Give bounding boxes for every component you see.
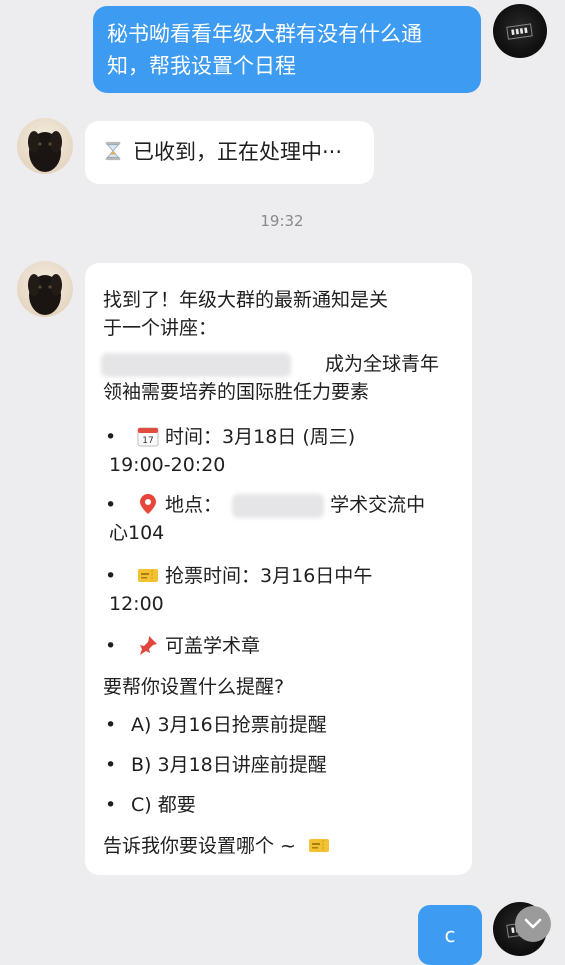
svg-text:17: 17 bbox=[142, 436, 153, 446]
lecture-topic-line1: 成为全球青年 bbox=[101, 349, 439, 379]
closing-line: 告诉我你要设置哪个 ~ bbox=[103, 831, 336, 861]
bullet: • bbox=[105, 565, 117, 587]
bot-ack-bubble[interactable]: 已收到，正在处理中··· bbox=[85, 121, 374, 184]
closing-text: 告诉我你要设置哪个 ~ bbox=[103, 835, 296, 857]
ticket-label: 抢票时间：3月16日中午 bbox=[165, 565, 373, 587]
bullet: • bbox=[105, 494, 117, 516]
bot-reply-bubble[interactable]: 找到了！年级大群的最新通知是关 于一个讲座： 成为全球青年 领袖需要培养的国际胜… bbox=[85, 263, 472, 875]
bot-ack-text: 已收到，正在处理中··· bbox=[133, 140, 343, 164]
place-label: 地点： bbox=[165, 494, 223, 516]
chevron-down-icon bbox=[524, 918, 542, 929]
hourglass-icon bbox=[105, 141, 121, 161]
user-avatar[interactable]: ▮▮▮▮ bbox=[493, 4, 547, 58]
user-message-line1: 秘书呦看看年级大群有没有什么通 bbox=[107, 22, 422, 46]
user-choice-bubble[interactable]: c bbox=[418, 905, 482, 965]
ticket-icon bbox=[309, 839, 330, 852]
time-label: 时间：3月18日 (周三) bbox=[165, 426, 356, 448]
reminder-question: 要帮你设置什么提醒? bbox=[103, 676, 285, 698]
option-c[interactable]: • C) 都要 bbox=[105, 790, 196, 820]
option-b[interactable]: • B) 3月18日讲座前提醒 bbox=[105, 750, 327, 780]
user-message-line2: 知，帮我设置个日程 bbox=[107, 54, 296, 78]
redacted-text bbox=[232, 493, 325, 518]
reply-line2: 于一个讲座： bbox=[103, 317, 218, 339]
user-choice-text: c bbox=[444, 923, 456, 947]
dog-avatar-image bbox=[28, 131, 62, 172]
pushpin-icon bbox=[140, 636, 158, 655]
location-pin-icon bbox=[140, 494, 157, 514]
option-a-text: A) 3月16日抢票前提醒 bbox=[131, 714, 327, 736]
ticket-value: 12:00 bbox=[109, 593, 164, 615]
bullet: • bbox=[105, 714, 117, 736]
bullet: • bbox=[105, 794, 117, 816]
scroll-to-bottom-button[interactable] bbox=[515, 906, 551, 942]
bullet: • bbox=[105, 426, 117, 448]
option-a[interactable]: • A) 3月16日抢票前提醒 bbox=[105, 710, 327, 740]
message-timestamp: 19:32 bbox=[260, 212, 304, 230]
stamp-label: 可盖学术章 bbox=[165, 635, 261, 657]
lecture-topic-line2: 领袖需要培养的国际胜任力要素 bbox=[103, 381, 370, 403]
place-line2: 心104 bbox=[109, 522, 165, 544]
bot-avatar-2[interactable] bbox=[17, 261, 73, 317]
place-item: • 地点： 学术交流中 bbox=[105, 490, 425, 520]
time-value: 19:00-20:20 bbox=[109, 454, 226, 476]
option-c-text: C) 都要 bbox=[131, 794, 196, 816]
dog-avatar-image bbox=[28, 274, 62, 315]
bot-avatar[interactable] bbox=[17, 118, 73, 174]
user-message-bubble[interactable]: 秘书呦看看年级大群有没有什么通 知，帮我设置个日程 bbox=[93, 6, 481, 93]
place-suffix: 学术交流中 bbox=[330, 494, 426, 516]
time-item: • 17 时间：3月18日 (周三) bbox=[105, 422, 355, 452]
bullet: • bbox=[105, 635, 117, 657]
reply-line1: 找到了！年级大群的最新通知是关 bbox=[103, 289, 389, 311]
topic-text-1: 成为全球青年 bbox=[325, 353, 440, 375]
bullet: • bbox=[105, 754, 117, 776]
option-b-text: B) 3月18日讲座前提醒 bbox=[131, 754, 327, 776]
calendar-icon: 17 bbox=[137, 427, 159, 447]
ticket-item: • 抢票时间：3月16日中午 bbox=[105, 561, 372, 591]
avatar-logo: ▮▮▮▮ bbox=[506, 22, 534, 40]
stamp-item: • 可盖学术章 bbox=[105, 631, 260, 661]
ticket-icon bbox=[138, 569, 159, 582]
redacted-text bbox=[101, 352, 291, 377]
